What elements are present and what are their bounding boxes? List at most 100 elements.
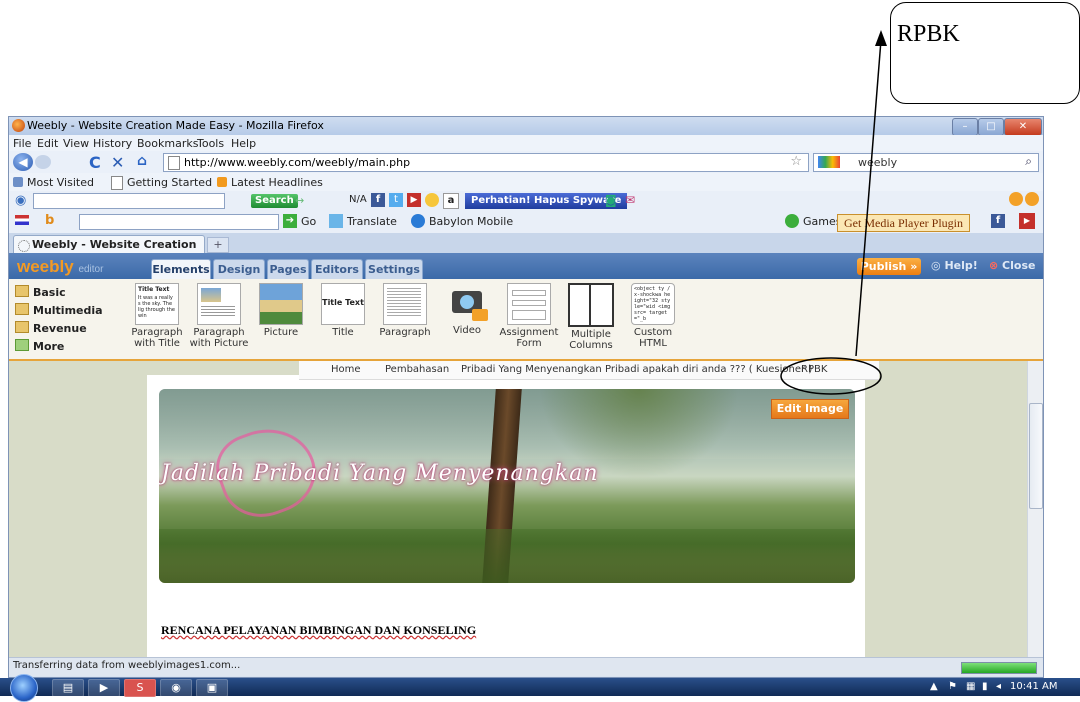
translate-input[interactable] xyxy=(79,214,279,230)
nav-pembahasan[interactable]: Pembahasan xyxy=(385,364,449,375)
go-icon[interactable]: ➔ xyxy=(283,214,297,228)
tab-elements[interactable]: Elements xyxy=(151,259,211,280)
babylon-mobile-label[interactable]: Babylon Mobile xyxy=(429,215,513,228)
tray-network-icon[interactable]: ▦ xyxy=(966,681,975,692)
taskbar-explorer-icon[interactable]: ▤ xyxy=(52,679,84,697)
taskbar-media-icon[interactable]: ▶ xyxy=(88,679,120,697)
element-paragraph-with-picture[interactable]: Paragraph with Picture xyxy=(187,283,251,349)
url-bar[interactable]: http://www.weebly.com/weebly/main.php ☆ xyxy=(163,153,809,172)
tab-pages[interactable]: Pages xyxy=(267,259,309,280)
category-label: Basic xyxy=(33,286,66,299)
toolbar-search-button[interactable]: Search xyxy=(251,194,298,208)
element-multiple-columns[interactable]: Multiple Columns xyxy=(559,283,623,351)
spyware-button[interactable]: Perhatian! Hapus Spyware xyxy=(465,193,628,209)
menu-view[interactable]: View xyxy=(63,137,89,150)
nav-pribadi-menyenangkan[interactable]: Pribadi Yang Menyenangkan xyxy=(461,364,602,375)
back-button[interactable]: ◀ xyxy=(13,153,33,171)
search-icon[interactable]: ⌕ xyxy=(1025,154,1032,169)
help-link[interactable]: ◎ Help! xyxy=(931,259,978,272)
toolbar-logo-icon: ◉ xyxy=(15,193,27,208)
translate-label[interactable]: Translate xyxy=(347,215,397,228)
nav-rpbk[interactable]: RPBK xyxy=(801,364,827,375)
tab-design[interactable]: Design xyxy=(213,259,265,280)
nav-kuesioner[interactable]: Pribadi apakah diri anda ??? ( Kuesioner… xyxy=(605,364,812,375)
thumb-title: Title Text xyxy=(322,298,364,307)
translate-icon[interactable] xyxy=(329,214,343,228)
element-picture[interactable]: Picture xyxy=(249,283,313,338)
menu-help[interactable]: Help xyxy=(231,137,256,150)
category-label: More xyxy=(33,340,65,353)
forward-button[interactable] xyxy=(35,155,51,169)
status-bar: Transferring data from weeblyimages1.com… xyxy=(9,657,1043,676)
category-multimedia[interactable]: Multimedia xyxy=(15,303,103,317)
games-label[interactable]: Games xyxy=(803,215,841,228)
close-editor-link[interactable]: ⊗ Close xyxy=(989,259,1035,272)
taskbar-firefox-icon[interactable]: ◉ xyxy=(160,679,192,697)
menu-file[interactable]: File xyxy=(13,137,31,150)
category-basic[interactable]: Basic xyxy=(15,285,66,299)
mail-icon[interactable]: ✉ xyxy=(625,193,635,207)
flag-icon[interactable] xyxy=(15,215,29,225)
stop-icon[interactable]: ✕ xyxy=(111,153,124,172)
element-paragraph-with-title[interactable]: Title Text It was a really s the sky. Th… xyxy=(125,283,189,349)
header-banner-image[interactable]: Edit Image Jadilah Pribadi Yang Menyenan… xyxy=(159,389,855,583)
publish-button[interactable]: Publish » xyxy=(857,258,921,275)
youtube-icon[interactable]: ▶ xyxy=(407,193,421,207)
search-addon-icon[interactable] xyxy=(1025,192,1039,206)
google-icon[interactable] xyxy=(818,156,840,168)
browser-tab[interactable]: Weebly - Website Creation Made Easy xyxy=(13,235,205,264)
amazon-icon[interactable]: a xyxy=(443,193,459,209)
home-icon[interactable]: ⌂ xyxy=(137,153,147,169)
toolbar-search-input[interactable] xyxy=(33,193,225,209)
bookmark-most-visited[interactable]: Most Visited xyxy=(27,176,94,189)
element-custom-html[interactable]: <object ty /x-shockwa height="32 style="… xyxy=(621,283,685,349)
element-paragraph[interactable]: Paragraph xyxy=(373,283,437,338)
nav-home[interactable]: Home xyxy=(331,364,361,375)
camera-icon[interactable]: ◙ xyxy=(605,193,617,207)
element-title[interactable]: Title Text Title xyxy=(311,283,375,338)
search-field[interactable]: weebly ⌕ xyxy=(813,153,1039,172)
menu-bookmarks[interactable]: Bookmarks xyxy=(137,137,198,150)
youtube-icon[interactable]: ▶ xyxy=(1019,213,1035,229)
facebook-icon[interactable]: f xyxy=(371,193,385,207)
taskbar-window-icon[interactable]: ▣ xyxy=(196,679,228,697)
tray-arrow-icon[interactable]: ▲ xyxy=(930,681,938,692)
new-tab-button[interactable]: + xyxy=(207,237,229,253)
edit-image-button[interactable]: Edit Image xyxy=(771,399,849,419)
taskbar-app-icon[interactable]: S xyxy=(124,679,156,697)
menu-history[interactable]: History xyxy=(93,137,132,150)
tray-flag-icon[interactable]: ⚑ xyxy=(948,681,957,692)
page-icon xyxy=(111,176,123,190)
bookmark-getting-started[interactable]: Getting Started xyxy=(127,176,212,189)
games-icon[interactable] xyxy=(785,214,799,228)
tray-volume-icon[interactable]: ◂ xyxy=(996,681,1001,692)
tab-settings[interactable]: Settings xyxy=(365,259,423,280)
tray-power-icon[interactable]: ▮ xyxy=(982,681,988,692)
category-revenue[interactable]: Revenue xyxy=(15,321,87,335)
close-window-button[interactable]: ✕ xyxy=(1004,118,1042,136)
babylon-mobile-icon[interactable] xyxy=(411,214,425,228)
twitter-icon[interactable]: t xyxy=(389,193,403,207)
category-more[interactable]: More xyxy=(15,339,64,353)
scrollbar-thumb[interactable] xyxy=(1029,403,1043,509)
bookmark-star-icon[interactable]: ☆ xyxy=(790,154,802,169)
menu-tools[interactable]: Tools xyxy=(197,137,224,150)
get-media-player-button[interactable]: Get Media Player Plugin xyxy=(837,214,970,232)
go-label[interactable]: Go xyxy=(301,215,316,228)
menu-edit[interactable]: Edit xyxy=(37,137,58,150)
addon-icon[interactable] xyxy=(1009,192,1023,206)
smiley-icon[interactable] xyxy=(425,193,439,207)
babylon-icon[interactable]: b xyxy=(45,213,54,228)
facebook-icon[interactable]: f xyxy=(991,214,1005,228)
element-assignment-form[interactable]: Assignment Form xyxy=(497,283,561,349)
thumb-code: <object ty /x-shockwa height="32 style="… xyxy=(634,286,671,322)
bookmark-latest-headlines[interactable]: Latest Headlines xyxy=(231,176,323,189)
toolbar-arrows-icon[interactable]: ↔ xyxy=(295,194,304,207)
thumb-picture xyxy=(201,288,221,302)
minimize-button[interactable]: – xyxy=(952,118,978,136)
reload-icon[interactable]: C xyxy=(89,153,101,172)
maximize-button[interactable]: □ xyxy=(978,118,1004,136)
start-button[interactable] xyxy=(10,674,38,702)
tab-editors[interactable]: Editors xyxy=(311,259,363,280)
element-video[interactable]: Video xyxy=(435,283,499,336)
